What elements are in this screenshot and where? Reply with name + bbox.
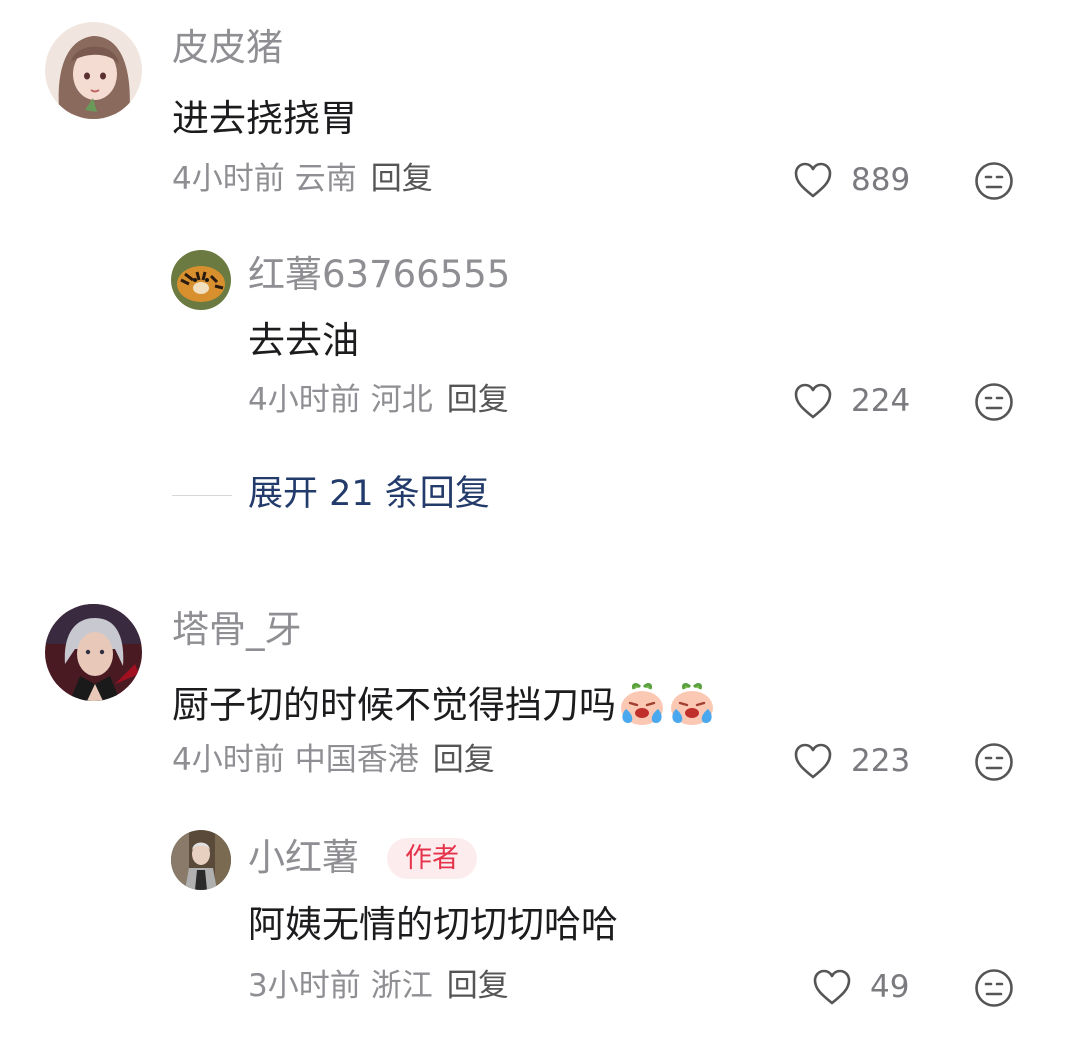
dislike-button[interactable] xyxy=(974,161,1014,205)
like-button[interactable]: 223 xyxy=(793,742,910,780)
comment-location: 中国香港 xyxy=(294,742,419,778)
like-button[interactable]: 224 xyxy=(793,382,910,420)
reply-time: 4小时前 xyxy=(248,382,361,418)
reply-location: 浙江 xyxy=(370,968,433,1004)
comment-text[interactable]: 进去挠挠胃 xyxy=(172,100,357,137)
avatar[interactable] xyxy=(171,830,231,890)
comment-username[interactable]: 塔骨_牙 xyxy=(172,611,302,648)
heart-icon xyxy=(813,969,851,1005)
reply-text[interactable]: 阿姨无情的切切切哈哈 xyxy=(248,906,618,943)
dislike-button[interactable] xyxy=(974,382,1014,426)
dislike-button[interactable] xyxy=(974,742,1014,786)
reply-button[interactable]: 回复 xyxy=(371,161,433,197)
reply-time: 3小时前 xyxy=(248,968,361,1004)
heart-icon xyxy=(794,162,832,198)
author-badge: 作者 xyxy=(387,838,477,879)
dislike-button[interactable] xyxy=(974,968,1014,1012)
reply-username[interactable]: 红薯63766555 xyxy=(248,256,510,293)
like-count: 223 xyxy=(851,742,911,779)
heart-icon xyxy=(794,743,832,779)
comment-username[interactable]: 皮皮猪 xyxy=(172,29,283,66)
avatar[interactable] xyxy=(45,604,142,701)
comment-time: 4小时前 xyxy=(172,161,285,197)
like-count: 224 xyxy=(851,382,911,419)
reply-meta: 3小时前 浙江 回复 xyxy=(248,971,509,1002)
reply-button[interactable]: 回复 xyxy=(433,742,495,778)
comment-meta: 4小时前 中国香港 回复 xyxy=(172,745,495,776)
expand-divider xyxy=(172,495,232,496)
meh-face-icon xyxy=(975,969,1013,1007)
reply-text[interactable]: 去去油 xyxy=(248,322,359,359)
meh-face-icon xyxy=(975,162,1013,200)
meh-face-icon xyxy=(975,743,1013,781)
reply-button[interactable]: 回复 xyxy=(447,382,509,418)
avatar[interactable] xyxy=(171,250,231,310)
like-count: 49 xyxy=(870,968,910,1005)
comment-time: 4小时前 xyxy=(172,742,285,778)
comment-meta: 4小时前 云南 回复 xyxy=(172,164,433,195)
heart-icon xyxy=(794,383,832,419)
comment-text-content: 厨子切的时候不觉得挡刀吗 xyxy=(172,683,616,727)
like-button[interactable]: 49 xyxy=(812,968,909,1006)
reply-username[interactable]: 小红薯 xyxy=(248,839,359,876)
crying-emoji xyxy=(668,681,716,733)
reply-meta: 4小时前 河北 回复 xyxy=(248,385,509,416)
meh-face-icon xyxy=(975,383,1013,421)
reply-button[interactable]: 回复 xyxy=(447,968,509,1004)
reply-location: 河北 xyxy=(370,382,433,418)
avatar[interactable] xyxy=(45,22,142,119)
expand-replies-button[interactable]: 展开 21 条回复 xyxy=(248,477,490,512)
like-button[interactable]: 889 xyxy=(793,161,910,199)
comment-text[interactable]: 厨子切的时候不觉得挡刀吗 xyxy=(172,681,716,733)
crying-emoji xyxy=(618,681,666,733)
like-count: 889 xyxy=(851,161,911,198)
comment-location: 云南 xyxy=(294,161,357,197)
